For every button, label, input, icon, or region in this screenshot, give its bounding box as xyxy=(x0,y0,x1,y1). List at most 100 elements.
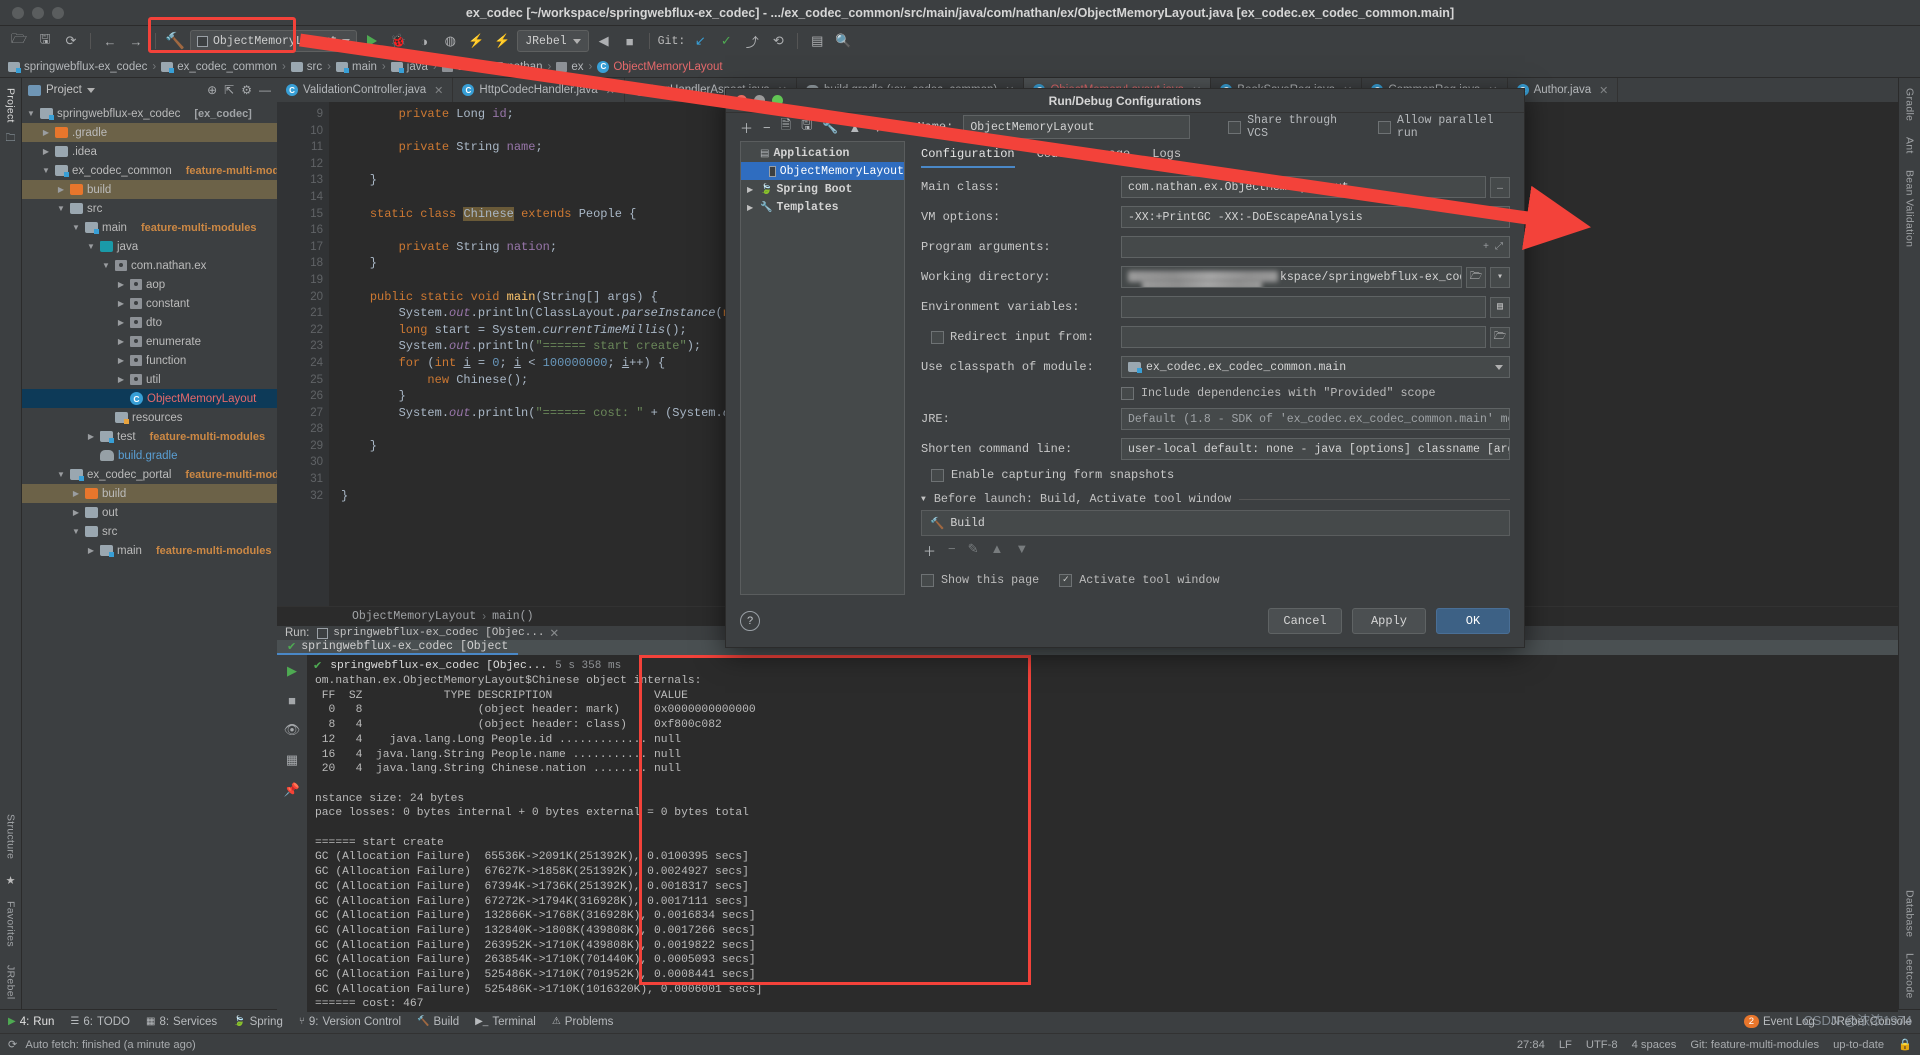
breadcrumb-item-ex-codec-common[interactable]: ex_codec_common xyxy=(161,61,277,73)
gutter-line-13[interactable]: 13 xyxy=(277,172,323,189)
gutter-line-31[interactable]: 31 xyxy=(277,471,323,488)
gutter-line-12[interactable]: 12 xyxy=(277,156,323,173)
dialog-tab-bar[interactable]: Configuration Code Coverage Logs xyxy=(921,141,1510,168)
tree-expand-icon[interactable]: ▶ xyxy=(116,375,126,384)
before-launch-list[interactable]: 🔨 Build xyxy=(921,510,1510,536)
run-coverage-button[interactable]: ◑ xyxy=(413,30,435,52)
before-launch-add-icon[interactable]: ＋ xyxy=(923,541,936,560)
working-directory-browse-button[interactable]: 🗁 xyxy=(1466,266,1486,288)
tree-node-build[interactable]: ▶ build xyxy=(22,484,277,503)
tree-node-dto[interactable]: ▶ dto xyxy=(22,313,277,332)
rail-item-structure[interactable]: Structure xyxy=(5,810,17,863)
git-commit-icon[interactable]: ✓ xyxy=(715,30,737,52)
share-vcs-checkbox[interactable] xyxy=(1228,120,1242,134)
tool-window-run[interactable]: ▶ 4: Run xyxy=(8,1016,54,1028)
tree-node-build[interactable]: ▶ build xyxy=(22,180,277,199)
tree-node-constant[interactable]: ▶ constant xyxy=(22,294,277,313)
tree-node-build.gradle[interactable]: build.gradle xyxy=(22,446,277,465)
tree-node-com.nathan.ex[interactable]: ▼ com.nathan.ex xyxy=(22,256,277,275)
tool-window-spring[interactable]: 🍃 Spring xyxy=(233,1016,283,1028)
move-up-icon[interactable]: ▲ xyxy=(848,120,861,135)
trace-icon[interactable]: 👁 xyxy=(284,722,301,738)
minimize-window-icon[interactable] xyxy=(32,6,44,19)
save-all-icon[interactable]: 🖫 xyxy=(34,30,56,52)
git-update-icon[interactable]: ↙ xyxy=(689,30,711,52)
close-window-icon[interactable] xyxy=(12,6,24,19)
gutter-line-29[interactable]: 29 xyxy=(277,438,323,455)
tree-expand-collapse-icon[interactable]: ▼ xyxy=(86,242,96,251)
gutter-line-15[interactable]: 15 xyxy=(277,206,323,223)
console-output-wrapper[interactable]: ✔ springwebflux-ex_codec [Objec... 5 s 3… xyxy=(307,655,1898,1013)
rail-item-project[interactable]: Project xyxy=(5,84,17,127)
profile-button[interactable]: ◍ xyxy=(439,30,461,52)
tree-expand-icon[interactable]: ▶ xyxy=(116,318,126,327)
redirect-input-field[interactable] xyxy=(1121,326,1486,348)
tool-window-services[interactable]: ▦ 8: Services xyxy=(146,1016,217,1028)
tree-node-.gradle[interactable]: ▶ .gradle xyxy=(22,123,277,142)
back-arrow-icon[interactable]: ← xyxy=(99,30,121,52)
gutter-line-21[interactable]: 21 xyxy=(277,305,323,322)
run-debug-configurations-dialog[interactable]: Run/Debug Configurations ＋ − 🗎 🖫 🔧 ▲ ▼ »… xyxy=(725,88,1525,648)
copy-configuration-icon[interactable]: 🗎 xyxy=(781,116,791,138)
tree-expand-collapse-icon[interactable]: ▼ xyxy=(71,223,81,232)
edit-templates-icon[interactable]: 🔧 xyxy=(822,119,838,135)
status-lock-icon[interactable]: 🔒 xyxy=(1898,1038,1912,1051)
gutter-line-14[interactable]: 14 xyxy=(277,189,323,206)
sync-icon[interactable]: ⟳ xyxy=(60,30,82,52)
tree-expand-collapse-icon[interactable]: ▼ xyxy=(101,261,111,270)
status-git-branch[interactable]: Git: feature-multi-modules xyxy=(1690,1039,1819,1051)
debug-button[interactable]: 🐞 xyxy=(387,30,409,52)
collapse-all-icon[interactable]: ⇱ xyxy=(224,83,234,97)
maximize-window-icon[interactable] xyxy=(52,6,64,19)
gutter-line-11[interactable]: 11 xyxy=(277,139,323,156)
structure-icon[interactable]: ▤ xyxy=(806,30,828,52)
gutter-line-30[interactable]: 30 xyxy=(277,454,323,471)
config-tree-application[interactable]: ▤ Application xyxy=(741,144,904,162)
rail-item-bean-validation[interactable]: Bean Validation xyxy=(1904,166,1916,251)
traffic-lights[interactable] xyxy=(0,6,64,19)
working-directory-dropdown-button[interactable]: ▾ xyxy=(1490,266,1510,288)
gutter-line-19[interactable]: 19 xyxy=(277,272,323,289)
dialog-tab-code-coverage[interactable]: Code Coverage xyxy=(1037,147,1131,168)
configuration-name-input[interactable]: ObjectMemoryLayout xyxy=(963,115,1191,139)
gutter-line-10[interactable]: 10 xyxy=(277,123,323,140)
move-down-icon[interactable]: ▼ xyxy=(871,120,884,135)
tree-expand-collapse-icon[interactable]: ▼ xyxy=(41,166,51,175)
status-indent[interactable]: 4 spaces xyxy=(1632,1039,1677,1051)
help-icon[interactable]: ? xyxy=(740,611,760,631)
open-project-icon[interactable]: 🗁 xyxy=(8,30,30,52)
gutter-line-18[interactable]: 18 xyxy=(277,255,323,272)
gutter-line-22[interactable]: 22 xyxy=(277,322,323,339)
add-configuration-icon[interactable]: ＋ xyxy=(740,118,753,137)
run-configuration-selector[interactable]: ObjectMemoryLayout xyxy=(190,30,358,52)
tree-node-function[interactable]: ▶ function xyxy=(22,351,277,370)
tree-node-aop[interactable]: ▶ aop xyxy=(22,275,277,294)
more-options-icon[interactable]: » xyxy=(894,120,901,135)
stop-button[interactable]: ■ xyxy=(619,30,641,52)
console-output-text[interactable]: om.nathan.ex.ObjectMemoryLayout$Chinese … xyxy=(307,672,1898,1012)
form-snapshots-checkbox[interactable] xyxy=(931,468,944,482)
run-button[interactable] xyxy=(361,30,383,52)
gutter-line-23[interactable]: 23 xyxy=(277,338,323,355)
hide-panel-icon[interactable]: — xyxy=(259,83,271,97)
tree-expand-collapse-icon[interactable]: ▼ xyxy=(71,527,81,536)
gutter-line-27[interactable]: 27 xyxy=(277,405,323,422)
before-launch-item-build[interactable]: Build xyxy=(950,517,985,530)
settings-gear-icon[interactable]: ⚙ xyxy=(241,83,252,97)
config-tree-objectmemorylayout[interactable]: ObjectMemoryLayout xyxy=(741,162,904,180)
jre-select[interactable]: Default (1.8 - SDK of 'ex_codec.ex_codec… xyxy=(1121,408,1510,430)
vm-options-expand-icon[interactable]: + ⤢ xyxy=(1483,211,1503,223)
environment-variables-input[interactable] xyxy=(1121,296,1486,318)
status-caret-position[interactable]: 27:84 xyxy=(1517,1039,1545,1051)
rail-item-database[interactable]: Database xyxy=(1904,886,1916,941)
tree-node-springwebflux-ex-codec[interactable]: ▼ springwebflux-ex_codec [ex_codec] xyxy=(22,104,277,123)
tool-window-build[interactable]: 🔨 Build xyxy=(417,1016,459,1028)
forward-arrow-icon[interactable]: → xyxy=(125,30,147,52)
tree-expand-collapse-icon[interactable]: ▼ xyxy=(26,109,36,118)
breadcrumb-item-com[interactable]: com xyxy=(441,61,478,73)
breadcrumb-item-springwebflux-ex-codec[interactable]: springwebflux-ex_codec xyxy=(8,61,147,73)
status-encoding[interactable]: UTF-8 xyxy=(1586,1039,1618,1051)
tree-node-objectmemorylayout[interactable]: C ObjectMemoryLayout xyxy=(22,389,277,408)
tree-node-java[interactable]: ▼ java xyxy=(22,237,277,256)
gutter-line-16[interactable]: 16 xyxy=(277,222,323,239)
